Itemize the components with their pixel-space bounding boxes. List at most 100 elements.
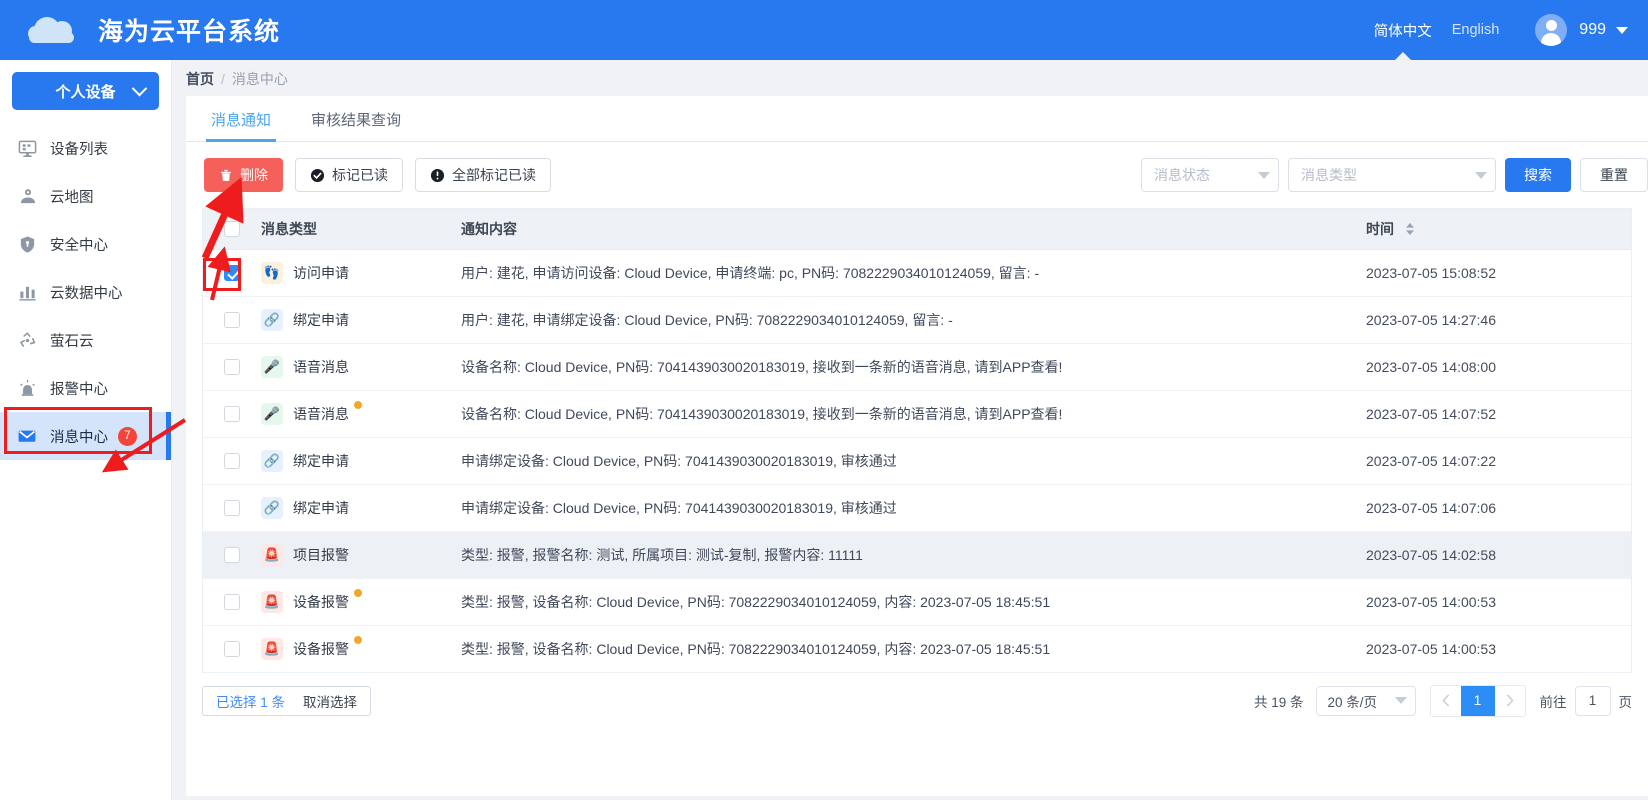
siren-icon xyxy=(16,379,38,398)
envelope-icon xyxy=(16,426,38,446)
table-header-row: 消息类型 通知内容 时间 xyxy=(203,209,1631,250)
table-row[interactable]: 🔗 绑定申请 申请绑定设备: Cloud Device, PN码: 70414390… xyxy=(203,437,1631,485)
cancel-selection-button[interactable]: 取消选择 xyxy=(303,691,357,711)
message-type-cell: 🔗 绑定申请 xyxy=(261,484,461,532)
unread-dot-icon xyxy=(354,635,362,644)
column-header-content: 通知内容 xyxy=(461,209,1366,250)
message-type-cell: 🚨 设备报警 xyxy=(261,625,461,673)
table-row[interactable]: 🚨 项目报警 类型: 报警, 报警名称: 测试, 所属项目: 测试-复制, 报警内容… xyxy=(203,531,1631,579)
pagination-nav: 1 xyxy=(1429,684,1526,717)
message-type-select[interactable]: 消息类型 xyxy=(1288,158,1496,192)
sidebar-item-message-center[interactable]: 消息中心 7 xyxy=(0,412,171,460)
row-checkbox-cell xyxy=(203,625,261,673)
prev-page-button[interactable] xyxy=(1430,685,1461,716)
reset-button[interactable]: 重置 xyxy=(1580,158,1648,192)
select-all-checkbox[interactable] xyxy=(224,221,240,238)
row-checkbox-cell xyxy=(203,296,261,344)
notification-content-cell: 类型: 报警, 设备名称: Cloud Device, PN码: 7082229… xyxy=(461,625,1366,673)
logo-area[interactable]: 海为云平台系统 xyxy=(0,12,280,48)
pagination: 共 19 条 20 条/页 1 前往 1 页 xyxy=(1254,684,1632,717)
row-checkbox[interactable] xyxy=(224,547,240,564)
table-row[interactable]: 👣 访问申请 用户: 建花, 申请访问设备: Cloud Device, 申请终端:… xyxy=(203,249,1631,297)
cloud-icon xyxy=(28,15,80,45)
tab-message-notification[interactable]: 消息通知 xyxy=(206,109,277,142)
message-type-cell: 👣 访问申请 xyxy=(261,249,461,297)
mark-read-button[interactable]: 标记已读 xyxy=(295,158,403,192)
avatar[interactable] xyxy=(1535,14,1568,46)
chevron-down-icon[interactable] xyxy=(1616,26,1628,34)
language-en-button[interactable]: English xyxy=(1442,0,1510,60)
toolbar: 删除 标记已读 全部标记已读 消息状态 消息类型 搜索 重置 xyxy=(186,142,1648,208)
next-page-button[interactable] xyxy=(1494,685,1525,716)
mark-all-read-button[interactable]: 全部标记已读 xyxy=(415,158,551,192)
main-content: 首页 / 消息中心 消息通知 审核结果查询 删除 标记已读 全部标记已读 消息状… xyxy=(172,60,1648,800)
mark-all-read-button-label: 全部标记已读 xyxy=(452,167,536,183)
sidebar-item-ezviz-cloud[interactable]: 萤石云 xyxy=(0,316,171,364)
row-checkbox[interactable] xyxy=(224,359,240,376)
mark-read-button-label: 标记已读 xyxy=(332,167,388,183)
page-number-1[interactable]: 1 xyxy=(1460,685,1495,716)
message-type-label: 绑定申请 xyxy=(293,311,349,328)
chevron-down-icon xyxy=(1394,697,1407,704)
message-type-label: 语音消息 xyxy=(293,358,349,375)
message-status-select[interactable]: 消息状态 xyxy=(1141,158,1279,192)
page-size-select[interactable]: 20 条/页 xyxy=(1315,685,1416,716)
search-button[interactable]: 搜索 xyxy=(1505,158,1571,192)
microphone-icon: 🎤 xyxy=(261,402,283,425)
message-status-select-value: 消息状态 xyxy=(1154,167,1210,183)
row-checkbox[interactable] xyxy=(224,500,240,517)
message-type-label: 访问申请 xyxy=(293,264,349,281)
breadcrumb-home[interactable]: 首页 xyxy=(186,69,214,89)
tab-audit-result-query[interactable]: 审核结果查询 xyxy=(306,109,406,141)
table-row[interactable]: 🚨 设备报警 类型: 报警, 设备名称: Cloud Device, PN码: 70… xyxy=(203,578,1631,626)
row-checkbox[interactable] xyxy=(224,594,240,611)
trash-icon xyxy=(219,168,233,183)
sidebar-item-cloud-map[interactable]: 云地图 xyxy=(0,172,171,220)
column-header-time[interactable]: 时间 xyxy=(1366,209,1631,250)
device-selector[interactable]: 个人设备 xyxy=(12,72,159,110)
notification-content-cell: 设备名称: Cloud Device, PN码: 704143903002018… xyxy=(461,343,1366,391)
message-time-cell: 2023-07-05 14:00:53 xyxy=(1366,578,1631,626)
table-row[interactable]: 🔗 绑定申请 申请绑定设备: Cloud Device, PN码: 70414390… xyxy=(203,484,1631,532)
sort-arrows-icon[interactable] xyxy=(1405,222,1415,239)
notification-content-cell: 类型: 报警, 设备名称: Cloud Device, PN码: 7082229… xyxy=(461,578,1366,626)
row-checkbox-cell xyxy=(203,390,261,438)
select-all-header xyxy=(203,209,261,250)
row-checkbox[interactable] xyxy=(224,641,240,658)
message-time-cell: 2023-07-05 14:27:46 xyxy=(1366,296,1631,344)
delete-button-label: 删除 xyxy=(240,167,268,183)
selection-summary: 已选择 1 条 取消选择 xyxy=(202,685,372,716)
user-name[interactable]: 999 xyxy=(1579,21,1606,39)
notification-content-cell: 申请绑定设备: Cloud Device, PN码: 7041439030020… xyxy=(461,437,1366,485)
bar-chart-icon xyxy=(16,283,38,302)
row-checkbox-cell xyxy=(203,578,261,626)
row-checkbox[interactable] xyxy=(224,312,240,329)
table-row[interactable]: 🎤 语音消息 设备名称: Cloud Device, PN码: 7041439030… xyxy=(203,390,1631,438)
row-checkbox[interactable] xyxy=(224,406,240,423)
notification-content-cell: 用户: 建花, 申请绑定设备: Cloud Device, PN码: 70822… xyxy=(461,296,1366,344)
delete-button[interactable]: 删除 xyxy=(204,158,283,192)
notification-content-cell: 设备名称: Cloud Device, PN码: 704143903002018… xyxy=(461,390,1366,438)
sidebar-item-label: 安全中心 xyxy=(50,237,108,254)
message-type-label: 语音消息 xyxy=(293,400,362,424)
message-time-cell: 2023-07-05 15:08:52 xyxy=(1366,249,1631,297)
unread-dot-icon xyxy=(354,588,362,597)
filter-group: 消息状态 消息类型 搜索 重置 xyxy=(1141,158,1648,192)
message-table: 消息类型 通知内容 时间 👣 访问申请 用户: 建花, 申请访问设备: Cloud … xyxy=(203,209,1631,673)
sidebar-item-cloud-data-center[interactable]: 云数据中心 xyxy=(0,268,171,316)
message-time-cell: 2023-07-05 14:00:53 xyxy=(1366,625,1631,673)
link-icon: 🔗 xyxy=(261,308,283,331)
sidebar-item-label: 云数据中心 xyxy=(50,285,123,302)
row-checkbox[interactable] xyxy=(224,265,240,282)
row-checkbox[interactable] xyxy=(224,453,240,470)
message-time-cell: 2023-07-05 14:07:06 xyxy=(1366,484,1631,532)
sidebar-item-security-center[interactable]: 安全中心 xyxy=(0,220,171,268)
sidebar-item-device-list[interactable]: 设备列表 xyxy=(0,124,171,172)
goto-page-input[interactable]: 1 xyxy=(1574,685,1611,716)
table-row[interactable]: 🚨 设备报警 类型: 报警, 设备名称: Cloud Device, PN码: 70… xyxy=(203,625,1631,673)
goto-label: 前往 xyxy=(1539,694,1567,710)
table-row[interactable]: 🔗 绑定申请 用户: 建花, 申请绑定设备: Cloud Device, PN码: … xyxy=(203,296,1631,344)
language-zh-button[interactable]: 简体中文 xyxy=(1364,0,1442,60)
sidebar-item-alarm-center[interactable]: 报警中心 xyxy=(0,364,171,412)
table-row[interactable]: 🎤 语音消息 设备名称: Cloud Device, PN码: 7041439030… xyxy=(203,343,1631,391)
